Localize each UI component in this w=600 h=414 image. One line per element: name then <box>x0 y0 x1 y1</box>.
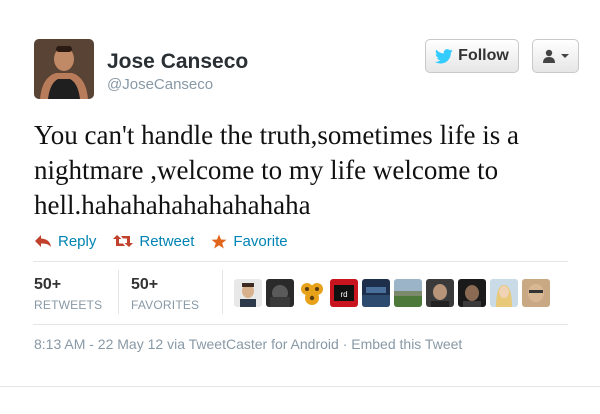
favorite-button[interactable]: Favorite <box>211 232 288 250</box>
person-icon <box>542 49 555 63</box>
favoriter-avatar[interactable] <box>490 279 518 307</box>
twitter-bird-icon <box>435 48 453 63</box>
via-prefix: via <box>167 336 185 352</box>
favoriter-avatar[interactable] <box>298 279 326 307</box>
retweets-label: RETWEETS <box>34 298 103 312</box>
meta-separator: · <box>342 336 348 352</box>
reply-button[interactable]: Reply <box>34 233 96 250</box>
favoriter-avatar[interactable]: rd <box>330 279 358 307</box>
reply-icon <box>35 235 51 247</box>
star-icon <box>211 234 227 248</box>
retweets-stat[interactable]: 50+ RETWEETS <box>34 276 102 312</box>
retweet-icon <box>113 235 134 247</box>
user-menu-button[interactable] <box>532 39 579 73</box>
retweet-button[interactable]: Retweet <box>113 233 194 250</box>
stat-divider <box>118 270 119 314</box>
retweet-label: Retweet <box>139 232 195 250</box>
follow-button[interactable]: Follow <box>425 39 519 73</box>
favorites-count: 50+ <box>131 276 159 293</box>
tweet-meta: 8:13 AM - 22 May 12 via TweetCaster for … <box>34 336 462 352</box>
favoriter-avatar[interactable] <box>458 279 486 307</box>
tweet-card: Jose Canseco @JoseCanseco Follow You can… <box>0 0 600 414</box>
user-handle[interactable]: @JoseCanseco <box>107 76 213 93</box>
tweet-actions: Reply Retweet Favorite <box>34 231 305 251</box>
reply-label: Reply <box>58 232 97 250</box>
stat-divider <box>222 270 223 314</box>
favoriter-avatar[interactable] <box>394 279 422 307</box>
favorite-label: Favorite <box>233 232 288 250</box>
favorites-stat[interactable]: 50+ FAVORITES <box>131 276 199 312</box>
favoriter-avatar[interactable] <box>362 279 390 307</box>
retweets-count: 50+ <box>34 276 62 293</box>
favoriters-avatars: rd <box>234 279 554 307</box>
favorites-label: FAVORITES <box>131 298 200 312</box>
client-link[interactable]: TweetCaster for Android <box>189 336 339 352</box>
avatar-photo <box>34 39 94 99</box>
avatar[interactable] <box>34 39 94 99</box>
divider <box>33 261 568 262</box>
divider <box>33 324 568 325</box>
user-name[interactable]: Jose Canseco <box>107 50 248 74</box>
follow-button-label: Follow <box>458 47 509 64</box>
chevron-down-icon <box>560 54 569 58</box>
favoriter-avatar[interactable] <box>266 279 294 307</box>
svg-text:rd: rd <box>340 290 347 299</box>
favoriter-avatar[interactable] <box>234 279 262 307</box>
favoriter-avatar[interactable] <box>522 279 550 307</box>
divider <box>0 386 600 387</box>
embed-tweet-link[interactable]: Embed this Tweet <box>351 336 462 352</box>
timestamp-link[interactable]: 8:13 AM - 22 May 12 <box>34 336 163 352</box>
favoriter-avatar[interactable] <box>426 279 454 307</box>
tweet-text: You can't handle the truth,sometimes lif… <box>34 120 520 220</box>
